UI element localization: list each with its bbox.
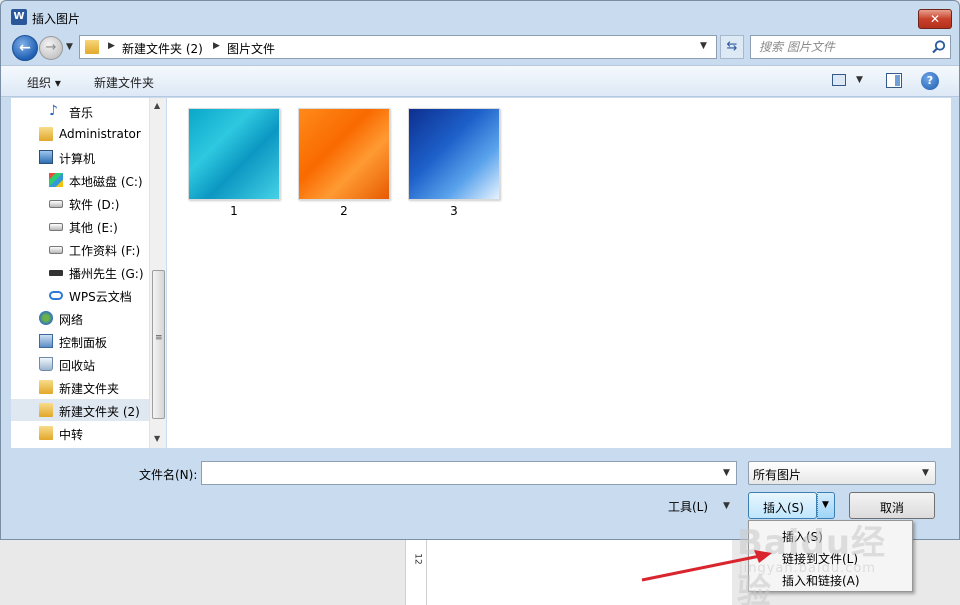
sidebar-item-label: 播州先生 (G:) [69, 267, 144, 281]
chevron-down-icon[interactable]: ▼ [700, 41, 707, 51]
back-button[interactable]: ← [12, 35, 38, 61]
cloud-icon [49, 291, 63, 300]
address-bar[interactable]: ▶ 新建文件夹 (2) ▶ 图片文件 ▼ [79, 35, 717, 59]
file-thumbnail[interactable] [188, 108, 280, 200]
navigation-row: ← → ▼ ▶ 新建文件夹 (2) ▶ 图片文件 ▼ ⇆ [1, 33, 959, 63]
sidebar-item[interactable]: 网络 [11, 307, 150, 329]
chevron-down-icon[interactable]: ▼ [723, 468, 730, 478]
scroll-up-icon[interactable]: ▲ [154, 101, 160, 110]
navigation-pane: ♪ 音乐 Administrator 计算机本地磁盘 (C:) 软件 (D:) 其他 (E… [11, 98, 166, 448]
drive-icon [49, 246, 63, 254]
navigation-scrollbar[interactable]: ▲ ▼ [149, 98, 166, 448]
filename-input[interactable] [202, 462, 712, 484]
new-folder-button[interactable]: 新建文件夹 [94, 74, 154, 91]
folder-icon [39, 426, 53, 440]
sidebar-item-label: 计算机 [59, 152, 96, 166]
insert-button-label: 插入(S) [763, 501, 804, 515]
folder-icon [39, 403, 53, 417]
breadcrumb-segment[interactable]: 新建文件夹 (2) [122, 40, 203, 57]
sidebar-item-label: 工作资料 (F:) [69, 244, 141, 258]
sidebar-item-label: 其他 (E:) [69, 221, 118, 235]
file-name[interactable]: 2 [298, 204, 390, 218]
dialog-title: 插入图片 [32, 12, 81, 26]
file-name[interactable]: 1 [188, 204, 280, 218]
sidebar-item-label: 本地磁盘 (C:) [69, 175, 143, 189]
organize-button[interactable]: 组织 ▾ [27, 74, 61, 91]
change-view-icon[interactable] [832, 74, 846, 86]
file-thumbnail[interactable] [298, 108, 390, 200]
drive-icon [49, 223, 63, 231]
sidebar-item[interactable]: 软件 (D:) [11, 192, 150, 214]
control-panel-icon [39, 334, 53, 348]
sidebar-item[interactable]: 新建文件夹 (2) [11, 399, 150, 421]
chevron-down-icon: ▼ [822, 500, 829, 510]
sidebar-item[interactable]: WPS云文档 [11, 284, 150, 306]
insert-picture-dialog: W 插入图片 ✕ ← → ▼ ▶ 新建文件夹 (2) ▶ 图片文件 ▼ ⇆ 组织… [0, 0, 960, 540]
scroll-thumb[interactable] [152, 270, 165, 419]
drive-icon [49, 200, 63, 208]
sidebar-item[interactable]: 中转 [11, 422, 150, 444]
refresh-button[interactable]: ⇆ [720, 35, 744, 59]
chevron-right-icon[interactable]: ▶ [213, 41, 220, 51]
recycle-bin-icon [39, 357, 53, 371]
forward-button[interactable]: → [39, 36, 63, 60]
sidebar-item-label: WPS云文档 [69, 290, 132, 304]
scroll-down-icon[interactable]: ▼ [154, 434, 160, 443]
title-bar: W 插入图片 ✕ [1, 1, 959, 33]
folder-icon [39, 380, 53, 394]
file-type-select[interactable]: 所有图片 ▼ [748, 461, 936, 485]
tools-button[interactable]: 工具(L) [668, 498, 708, 515]
word-icon: W [11, 9, 27, 25]
filename-combobox[interactable]: ▼ [201, 461, 737, 485]
breadcrumb-segment[interactable]: 图片文件 [227, 40, 275, 57]
sidebar-item[interactable]: ♪ 音乐 [11, 100, 150, 122]
sidebar-item-label: 中转 [59, 428, 84, 442]
folder-icon [85, 40, 99, 54]
search-input[interactable] [751, 36, 929, 58]
sidebar-item[interactable]: 回收站 [11, 353, 150, 375]
search-box[interactable] [750, 35, 951, 59]
computer-icon [39, 150, 53, 164]
sidebar-item-label: 音乐 [69, 106, 94, 120]
sidebar-item-label: 控制面板 [59, 336, 108, 350]
ruler-label: 12 [412, 553, 423, 565]
sidebar-item[interactable]: 控制面板 [11, 330, 150, 352]
user-folder-icon [39, 127, 53, 141]
annotation-arrow-icon [641, 550, 772, 582]
chevron-down-icon[interactable]: ▼ [856, 75, 863, 85]
chevron-right-icon[interactable]: ▶ [108, 41, 115, 51]
cancel-button-label: 取消 [879, 501, 904, 515]
sidebar-item[interactable]: Administrator [11, 123, 150, 145]
sidebar-item[interactable]: 工作资料 (F:) [11, 238, 150, 260]
file-thumbnail[interactable] [408, 108, 500, 200]
sidebar-item-label: 新建文件夹 (2) [59, 405, 140, 419]
search-icon[interactable] [931, 39, 947, 55]
sidebar-item[interactable]: 其他 (E:) [11, 215, 150, 237]
network-icon [39, 311, 53, 325]
sidebar-item[interactable]: 新建文件夹 [11, 376, 150, 398]
vertical-ruler: 12 [405, 540, 427, 605]
chevron-down-icon[interactable]: ▼ [723, 501, 730, 511]
music-icon: ♪ [49, 103, 58, 119]
file-name[interactable]: 3 [408, 204, 500, 218]
sidebar-item-label: 软件 (D:) [69, 198, 120, 212]
sidebar-item-label: 回收站 [59, 359, 96, 373]
sidebar-item[interactable]: 本地磁盘 (C:) [11, 169, 150, 191]
file-type-value: 所有图片 [753, 468, 802, 482]
preview-pane-icon[interactable] [886, 73, 902, 88]
chevron-down-icon: ▼ [922, 468, 929, 478]
toolbar: 组织 ▾ 新建文件夹 ▼ ? [1, 65, 959, 97]
filename-label: 文件名(N): [139, 468, 198, 482]
close-button[interactable]: ✕ [918, 9, 952, 29]
recent-locations-arrow-icon[interactable]: ▼ [66, 42, 73, 52]
sidebar-item-label: 网络 [59, 313, 84, 327]
sidebar-item-label: 新建文件夹 [59, 382, 120, 396]
sidebar-item[interactable]: 播州先生 (G:) [11, 261, 150, 283]
usb-drive-icon [49, 270, 63, 276]
sidebar-item-label: Administrator [59, 127, 141, 141]
system-drive-icon [49, 173, 63, 187]
file-list-pane: 1 2 3 [167, 98, 951, 448]
sidebar-item[interactable]: 计算机 [11, 146, 150, 168]
help-icon[interactable]: ? [921, 72, 939, 90]
